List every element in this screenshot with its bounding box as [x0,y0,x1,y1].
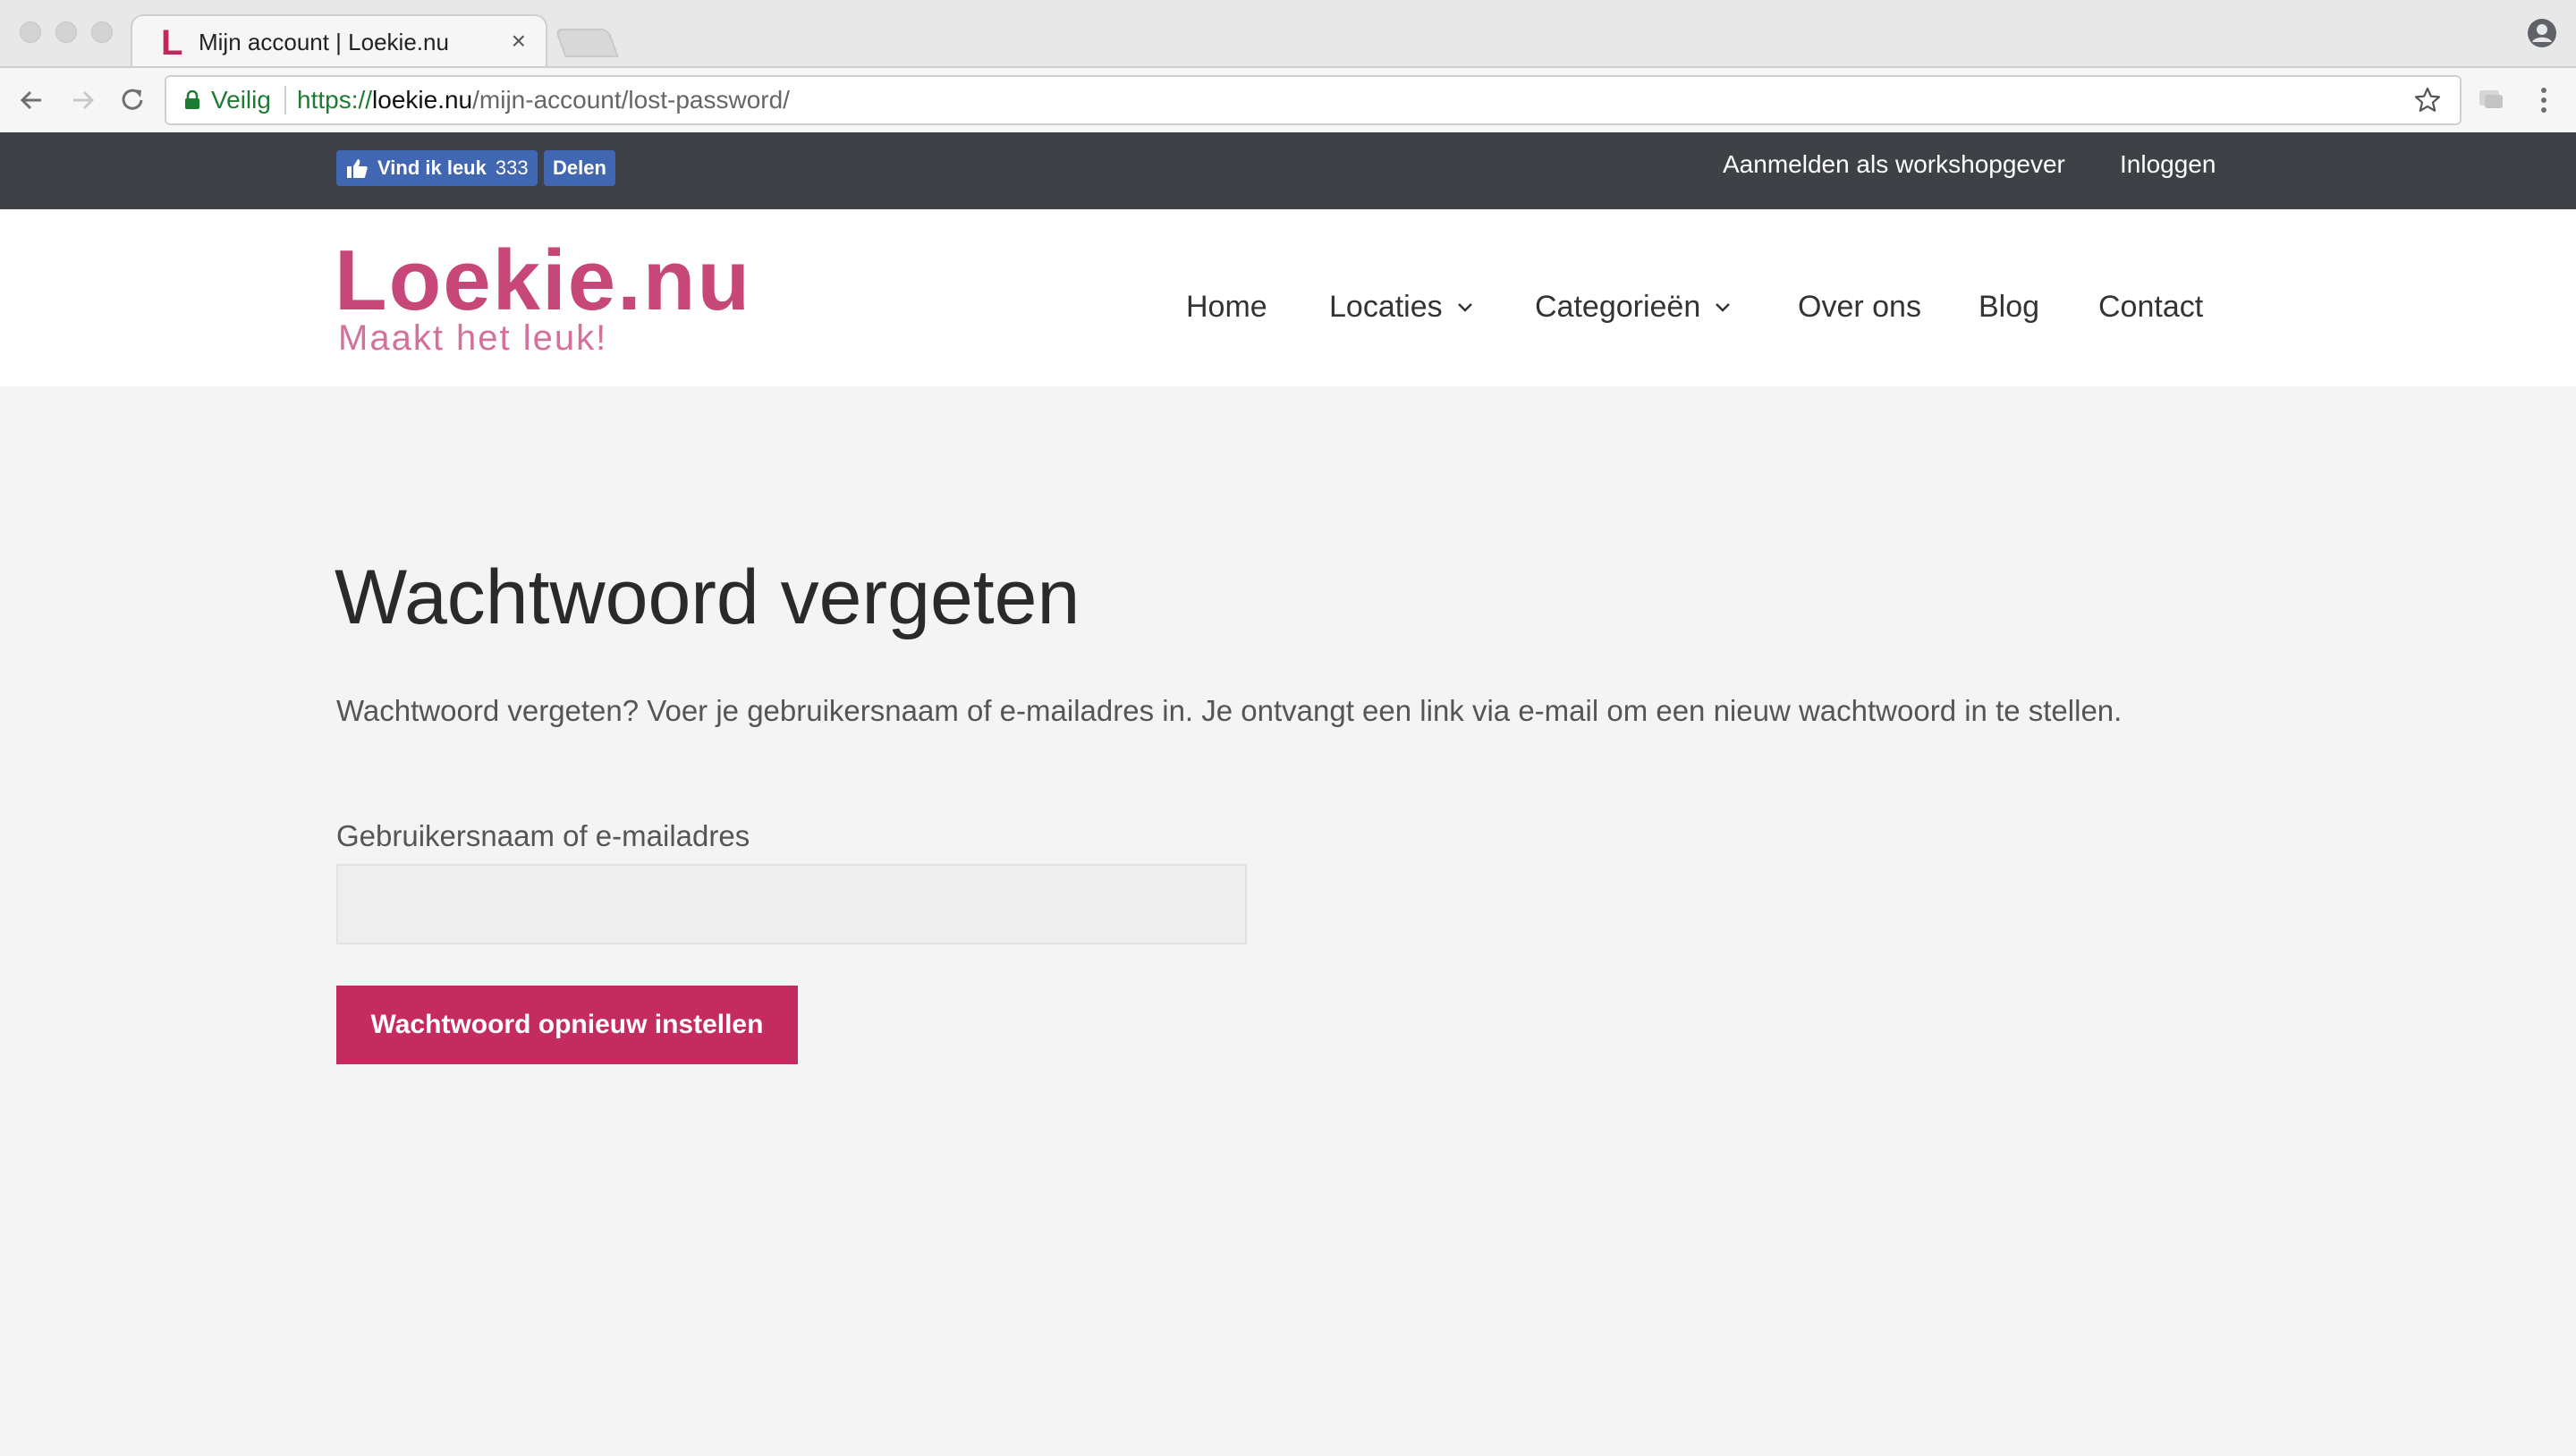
username-email-label: Gebruikersnaam of e-mailadres [336,819,750,852]
nav-home-label: Home [1186,290,1267,324]
facebook-like-label: Vind ik leuk [377,157,487,179]
logo-wordmark: Loekie.nu [335,233,752,328]
star-icon[interactable] [2413,86,2442,114]
browser-toolbar: Veilig https://loekie.nu/mijn-account/lo… [0,66,2576,132]
nav-categorieen-label: Categorieën [1535,290,1701,324]
reload-icon[interactable] [114,82,150,118]
nav-contact[interactable]: Contact [2098,290,2203,325]
nav-blog-label: Blog [1979,290,2040,324]
address-bar[interactable]: Veilig https://loekie.nu/mijn-account/lo… [165,75,2462,125]
nav-locaties-label: Locaties [1329,290,1443,324]
profile-icon[interactable] [2527,18,2557,48]
forward-arrow-icon[interactable] [64,82,100,118]
site-top-bar: Vind ik leuk 333 Delen Aanmelden als wor… [0,132,2576,209]
nav-contact-label: Contact [2098,290,2204,324]
url-text[interactable]: https://loekie.nu/mijn-account/lost-pass… [297,86,790,114]
url-host: loekie.nu [372,86,473,114]
facebook-like-button[interactable]: Vind ik leuk 333 [336,150,538,186]
page-title: Wachtwoord vergeten [335,554,1080,640]
address-divider [284,86,286,114]
nav-over-ons-label: Over ons [1798,290,1921,324]
thumbs-up-icon [347,159,368,178]
url-scheme: https:// [297,86,373,114]
window-minimize-button[interactable] [55,21,77,43]
nav-over-ons[interactable]: Over ons [1798,290,1921,325]
url-path: /mijn-account/lost-password/ [472,86,790,114]
browser-tab-active[interactable]: L Mijn account | Loekie.nu × [131,14,547,68]
intro-text: Wachtwoord vergeten? Voer je gebruikersn… [336,694,2123,727]
new-tab-button[interactable] [555,29,619,57]
extension-icon[interactable] [2478,88,2504,111]
favicon-icon: L [161,23,183,63]
register-workshop-provider-link[interactable]: Aanmelden als workshopgever [1723,150,2065,179]
nav-locaties[interactable]: Locaties [1329,290,1473,325]
username-email-input[interactable] [336,864,1247,944]
chevron-down-icon [1716,302,1731,312]
logo-tagline: Maakt het leuk! [338,318,608,358]
facebook-share-button[interactable]: Delen [544,150,615,186]
browser-tab-bar: L Mijn account | Loekie.nu × [0,0,2576,68]
nav-categorieen[interactable]: Categorieën [1535,290,1731,325]
site-header: Loekie.nu Maakt het leuk! Home Locaties … [0,209,2576,386]
nav-blog[interactable]: Blog [1979,290,2039,325]
lock-icon [185,90,199,109]
reset-password-button[interactable]: Wachtwoord opnieuw instellen [336,986,798,1064]
back-arrow-icon[interactable] [14,82,50,118]
chevron-down-icon [1457,302,1472,312]
tab-title: Mijn account | Loekie.nu [199,29,449,55]
facebook-like-count: 333 [495,157,529,179]
window-zoom-button[interactable] [91,21,113,43]
menu-dots-icon[interactable] [2537,84,2551,116]
window-close-button[interactable] [20,21,41,43]
secure-label: Veilig [211,86,271,114]
login-link[interactable]: Inloggen [2120,150,2216,179]
tab-close-icon[interactable]: × [512,27,526,55]
nav-home[interactable]: Home [1186,290,1267,325]
